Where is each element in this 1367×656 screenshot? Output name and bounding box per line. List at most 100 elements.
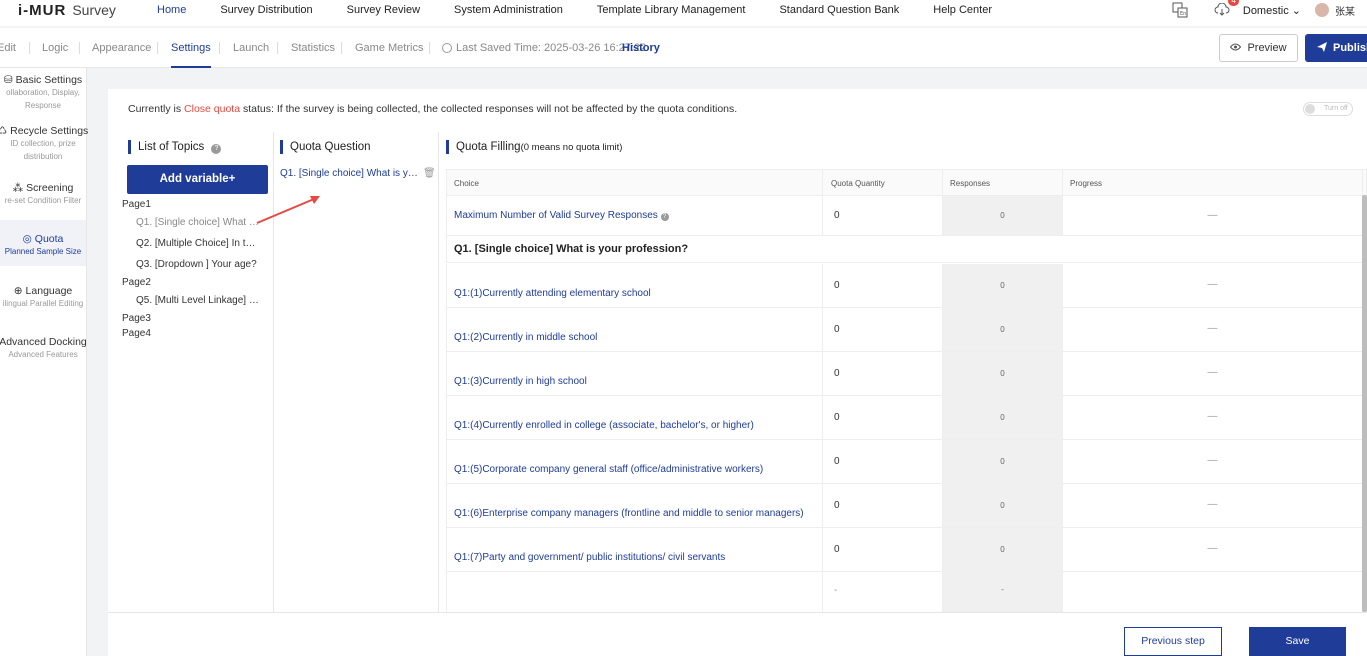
quota-question-item[interactable]: Q1. [Single choice] What is your profess… xyxy=(280,168,420,179)
responses-value: - xyxy=(943,572,1063,612)
responses-value: 0 xyxy=(943,440,1063,483)
nav-item-system-administration[interactable]: System Administration xyxy=(437,4,580,16)
vertical-scrollbar[interactable] xyxy=(1362,195,1367,612)
quota-quantity-input[interactable]: 0 xyxy=(823,308,943,351)
progress-value: — xyxy=(1063,484,1363,527)
table-row: Q1:(7)Party and government/ public insti… xyxy=(446,528,1367,572)
status-suffix: status: If the survey is being collected… xyxy=(243,103,738,115)
preview-label: Preview xyxy=(1247,42,1287,54)
sidebar-item-desc: Planned Sample Size xyxy=(4,247,82,256)
tab-game-metrics[interactable]: Game Metrics xyxy=(355,28,423,68)
topics-title: List of Topics ? xyxy=(128,140,222,154)
tab-divider xyxy=(219,42,220,54)
recycle-icon: ♺ xyxy=(0,125,8,137)
sidebar-item-label: Screening xyxy=(26,182,74,194)
tab-statistics[interactable]: Statistics xyxy=(291,28,335,68)
responses-value: 0 xyxy=(943,308,1063,351)
layers-icon: ⛁ xyxy=(3,74,13,86)
add-variable-button[interactable]: Add variable+ xyxy=(127,165,268,194)
avatar[interactable] xyxy=(1315,3,1329,17)
status-prefix: Currently is xyxy=(128,103,182,115)
sidebar-item-recycle-settings[interactable]: ♺ Recycle Settings ID collection, prize d… xyxy=(0,125,88,171)
row-choice: Q1:(5)Corporate company general staff (o… xyxy=(447,440,823,483)
tree-question-q3[interactable]: Q3. [Dropdown ] Your age? xyxy=(136,259,261,270)
quota-question-title: Quota Question xyxy=(280,140,371,154)
last-saved-status: Last Saved Time: 2025-03-26 16:27:22 xyxy=(442,28,646,68)
sidebar-item-desc: Advanced Features xyxy=(8,350,78,359)
quota-quantity-input[interactable]: 0 xyxy=(823,484,943,527)
tab-divider xyxy=(79,42,80,54)
previous-step-button[interactable]: Previous step xyxy=(1124,627,1222,656)
trash-icon[interactable]: 🗑 xyxy=(423,168,436,179)
save-button[interactable]: Save xyxy=(1249,627,1346,656)
tree-page-4[interactable]: Page4 xyxy=(122,328,151,339)
region-label: Domestic xyxy=(1242,4,1289,17)
translate-icon[interactable]: En xyxy=(1171,2,1189,18)
quota-quantity-input[interactable]: 0 xyxy=(823,528,943,571)
user-name[interactable]: 张某 xyxy=(1335,3,1355,18)
row-choice: Q1:(4)Currently enrolled in college (ass… xyxy=(447,396,823,439)
tab-logic[interactable]: Logic xyxy=(42,28,68,68)
sidebar-item-screening[interactable]: ⁂ Screening re-set Condition Filter xyxy=(0,182,86,216)
row-choice: Q1:(3)Currently in high school xyxy=(447,352,823,395)
region-dropdown[interactable]: Domestic ⌄ xyxy=(1243,4,1301,17)
table-row: Q1:(5)Corporate company general staff (o… xyxy=(446,440,1367,484)
row-choice: Maximum Number of Valid Survey Responses… xyxy=(447,196,823,235)
sidebar-item-desc: re-set Condition Filter xyxy=(4,196,82,205)
table-row: Q1:(2)Currently in middle school 0 0 — xyxy=(446,308,1367,352)
svg-text:En: En xyxy=(1180,11,1186,17)
tree-question-q2[interactable]: Q2. [Multiple Choice] In the past year xyxy=(136,238,261,249)
quota-quantity-input[interactable]: 0 xyxy=(823,352,943,395)
product-name: Survey xyxy=(72,2,116,18)
toggle-knob xyxy=(1305,104,1315,114)
nav-item-survey-review[interactable]: Survey Review xyxy=(330,4,437,16)
preview-button[interactable]: Preview xyxy=(1219,34,1298,62)
progress-value: — xyxy=(1063,352,1363,395)
settings-sidebar: ⛁ Basic Settings ollaboration, Display, R… xyxy=(0,68,88,656)
sidebar-item-language[interactable]: ⊕ Language ilingual Parallel Editing xyxy=(0,285,86,319)
help-icon[interactable]: ? xyxy=(660,213,669,221)
quota-filling-title-label: Quota Filling xyxy=(456,141,521,153)
quota-quantity-input[interactable]: 0 xyxy=(823,196,943,235)
sidebar-item-desc: distribution xyxy=(23,152,63,161)
nav-item-question-bank[interactable]: Standard Question Bank xyxy=(762,4,916,16)
row-choice: Q1:(1)Currently attending elementary sch… xyxy=(447,264,823,307)
tree-question-q5[interactable]: Q5. [Multi Level Linkage] Region xyxy=(136,295,261,306)
tab-appearance[interactable]: Appearance xyxy=(92,28,151,68)
nav-item-template-library[interactable]: Template Library Management xyxy=(580,4,763,16)
tree-page-3[interactable]: Page3 xyxy=(122,313,151,324)
nav-item-home[interactable]: Home xyxy=(140,4,203,16)
nav-item-help-center[interactable]: Help Center xyxy=(916,4,1009,16)
tree-page-1[interactable]: Page1 xyxy=(122,199,151,210)
clock-icon xyxy=(442,43,452,53)
quota-quantity-input[interactable]: 0 xyxy=(823,396,943,439)
sidebar-item-quota[interactable]: ◎ Quota Planned Sample Size xyxy=(0,220,86,266)
chevron-down-icon: ⌄ xyxy=(1291,4,1301,17)
tab-divider xyxy=(341,42,342,54)
cloud-download-icon[interactable]: 4 xyxy=(1213,0,1239,18)
hierarchy-icon: ⁂ xyxy=(12,182,24,194)
nav-item-survey-distribution[interactable]: Survey Distribution xyxy=(203,4,329,16)
quota-quantity-input[interactable]: - xyxy=(823,572,943,612)
quota-toggle-switch[interactable]: Turn off xyxy=(1303,102,1353,116)
sidebar-item-basic-settings[interactable]: ⛁ Basic Settings ollaboration, Display, R… xyxy=(0,74,86,120)
quota-quantity-input[interactable]: 0 xyxy=(823,440,943,483)
history-link[interactable]: History xyxy=(622,28,660,68)
publish-button[interactable]: Publish xyxy=(1305,34,1367,62)
progress-value: — xyxy=(1063,196,1363,235)
send-icon xyxy=(1317,41,1327,55)
app-logo[interactable]: i-MUR Survey xyxy=(18,0,116,20)
notification-badge: 4 xyxy=(1228,0,1239,6)
help-icon[interactable]: ? xyxy=(211,144,222,154)
row-choice xyxy=(447,572,823,612)
sidebar-item-desc: ollaboration, Display, xyxy=(6,88,80,97)
tree-page-2[interactable]: Page2 xyxy=(122,277,151,288)
tree-question-q1[interactable]: Q1. [Single choice] What is your profess… xyxy=(136,217,261,228)
tab-settings[interactable]: Settings xyxy=(171,28,211,68)
row-choice: Q1:(2)Currently in middle school xyxy=(447,308,823,351)
sidebar-item-advanced-docking[interactable]: Advanced Docking Advanced Features xyxy=(0,336,87,370)
quota-quantity-input[interactable]: 0 xyxy=(823,264,943,307)
table-row: Q1:(6)Enterprise company managers (front… xyxy=(446,484,1367,528)
tab-edit[interactable]: Edit xyxy=(0,28,16,68)
tab-launch[interactable]: Launch xyxy=(233,28,269,68)
